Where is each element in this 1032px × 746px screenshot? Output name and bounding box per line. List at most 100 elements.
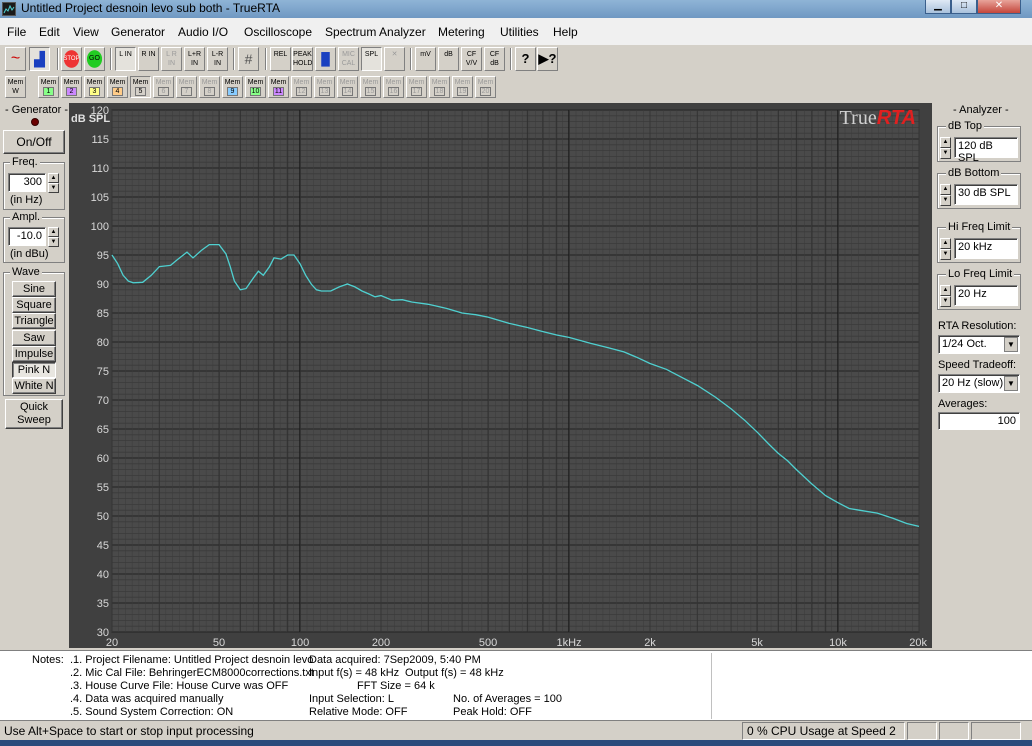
wave-saw-button[interactable]: Saw	[12, 330, 56, 346]
freq-up-spinner[interactable]: ▲	[48, 173, 59, 183]
toolbar-separator	[233, 48, 235, 70]
menu-audio-io[interactable]: Audio I/O	[178, 25, 228, 39]
mem-2-button[interactable]: Mem 2	[61, 76, 82, 98]
mem-1-button[interactable]: Mem 1	[38, 76, 59, 98]
wave-impulse-button[interactable]: Impulse	[12, 346, 56, 362]
db-bottom-label: dB Bottom	[946, 167, 1002, 179]
mem-8-button[interactable]: Mem 8	[199, 76, 220, 98]
db-bottom-down-spinner[interactable]: ▼	[940, 195, 951, 206]
mem-20-button[interactable]: Mem 20	[475, 76, 496, 98]
rel-button[interactable]: REL	[270, 47, 291, 71]
speed-tradeoff-select[interactable]: 20 Hz (slow) ▼	[938, 374, 1020, 393]
wave-pink-noise-button[interactable]: Pink N	[12, 362, 56, 378]
spectrum-view-button[interactable]: ▟	[29, 47, 50, 71]
left-in-button[interactable]: L IN	[115, 47, 136, 71]
cf-db-button[interactable]: CF dB	[484, 47, 505, 71]
ampl-input[interactable]: -10.0	[8, 227, 46, 246]
help-button[interactable]: ?	[515, 47, 536, 71]
db-top-input[interactable]: 120 dB SPL	[954, 137, 1018, 164]
menu-metering[interactable]: Metering	[438, 25, 485, 39]
peak-hold-button[interactable]: PEAK HOLD	[292, 47, 313, 71]
bars-button[interactable]: ▐▌	[315, 47, 336, 71]
mic-cal-button[interactable]: MIC CAL	[338, 47, 359, 71]
mem-5-button[interactable]: Mem 5	[130, 76, 151, 98]
ampl-up-spinner[interactable]: ▲	[48, 227, 59, 237]
close-button[interactable]: ✕	[977, 0, 1021, 14]
chevron-down-icon[interactable]: ▼	[1004, 376, 1018, 391]
sine-wave-view-button[interactable]: ~	[5, 47, 26, 71]
maximize-button[interactable]: □	[951, 0, 977, 14]
menu-help[interactable]: Help	[553, 25, 578, 39]
mem-10-button[interactable]: Mem 10	[245, 76, 266, 98]
stop-button[interactable]: STOP	[61, 47, 82, 71]
mem-15-button[interactable]: Mem 15	[360, 76, 381, 98]
hi-freq-up-spinner[interactable]: ▲	[940, 238, 951, 249]
wave-white-noise-button[interactable]: White N	[12, 378, 56, 394]
mem-4-button[interactable]: Mem 4	[107, 76, 128, 98]
cf-vv-button[interactable]: CF V/V	[461, 47, 482, 71]
db-button[interactable]: dB	[438, 47, 459, 71]
mem-12-button[interactable]: Mem 12	[291, 76, 312, 98]
l-r-in-button[interactable]: L R IN	[161, 47, 182, 71]
rta-resolution-select[interactable]: 1/24 Oct. ▼	[938, 335, 1020, 354]
generator-onoff-button[interactable]: On/Off	[3, 130, 65, 154]
l-minus-r-in-button[interactable]: L-R IN	[207, 47, 228, 71]
db-top-down-spinner[interactable]: ▼	[940, 148, 951, 159]
freq-down-spinner[interactable]: ▼	[48, 183, 59, 193]
mem-14-button[interactable]: Mem 14	[337, 76, 358, 98]
app-icon[interactable]	[2, 2, 16, 16]
freq-input[interactable]: 300	[8, 173, 46, 192]
menu-oscilloscope[interactable]: Oscilloscope	[244, 25, 312, 39]
x-tick-label: 200	[372, 637, 390, 648]
go-button[interactable]: GO	[84, 47, 105, 71]
menu-utilities[interactable]: Utilities	[500, 25, 539, 39]
hi-freq-input[interactable]: 20 kHz	[954, 238, 1018, 259]
mem-13-button[interactable]: Mem 13	[314, 76, 335, 98]
hi-freq-down-spinner[interactable]: ▼	[940, 249, 951, 260]
mem-recall-button[interactable]: Mem W	[5, 76, 26, 98]
menu-generator[interactable]: Generator	[111, 25, 165, 39]
grid-button[interactable]: #	[238, 47, 259, 71]
mem-19-button[interactable]: Mem 19	[452, 76, 473, 98]
memory-toolbar: Mem W Mem 1 Mem 2 Mem 3 Mem 4 Mem 5 Mem 6 Mem 7 Mem 8 Mem 9…	[0, 75, 500, 101]
clear-button[interactable]: ✕	[384, 47, 405, 71]
menu-edit[interactable]: Edit	[39, 25, 60, 39]
mem-18-button[interactable]: Mem 18	[429, 76, 450, 98]
db-bottom-input[interactable]: 30 dB SPL	[954, 184, 1018, 205]
mem-3-button[interactable]: Mem 3	[84, 76, 105, 98]
db-top-up-spinner[interactable]: ▲	[940, 137, 951, 148]
menu-file[interactable]: File	[7, 25, 26, 39]
mv-button[interactable]: mV	[415, 47, 436, 71]
l-plus-r-in-button[interactable]: L+R IN	[184, 47, 205, 71]
spectrum-chart-svg[interactable]: 3035404550556065707580859095100105110115…	[69, 103, 932, 648]
menu-view[interactable]: View	[73, 25, 99, 39]
lo-freq-up-spinner[interactable]: ▲	[940, 285, 951, 296]
mem-number: 13	[319, 87, 330, 96]
lo-freq-down-spinner[interactable]: ▼	[940, 296, 951, 307]
ampl-down-spinner[interactable]: ▼	[48, 237, 59, 247]
lo-freq-input[interactable]: 20 Hz	[954, 285, 1018, 306]
toolbar-separator	[510, 48, 512, 70]
chevron-down-icon[interactable]: ▼	[1004, 337, 1018, 352]
mem-11-button[interactable]: Mem 11	[268, 76, 289, 98]
context-help-button[interactable]: ▶?	[537, 47, 558, 71]
spl-button[interactable]: SPL	[361, 47, 382, 71]
quick-sweep-button[interactable]: Quick Sweep	[5, 399, 63, 429]
minimize-button[interactable]: ▁	[925, 0, 951, 14]
mem-number: 18	[434, 87, 445, 96]
menu-spectrum-analyzer[interactable]: Spectrum Analyzer	[325, 25, 426, 39]
mem-9-button[interactable]: Mem 9	[222, 76, 243, 98]
right-in-button[interactable]: R IN	[138, 47, 159, 71]
db-bottom-up-spinner[interactable]: ▲	[940, 184, 951, 195]
averages-label: Averages:	[938, 398, 988, 410]
mem-7-button[interactable]: Mem 7	[176, 76, 197, 98]
wave-square-button[interactable]: Square	[12, 297, 56, 313]
mem-6-button[interactable]: Mem 6	[153, 76, 174, 98]
speed-tradeoff-value: 20 Hz (slow)	[942, 377, 1004, 389]
wave-sine-button[interactable]: Sine	[12, 281, 56, 297]
mem-17-button[interactable]: Mem 17	[406, 76, 427, 98]
mem-16-button[interactable]: Mem 16	[383, 76, 404, 98]
wave-triangle-button[interactable]: Triangle	[12, 313, 56, 329]
spectrum-graph[interactable]: 30 35 40 45 50 55 60 65 70 75 80 85 90 95 100 105 110 115…	[69, 103, 932, 648]
averages-input[interactable]: 100	[938, 412, 1020, 430]
